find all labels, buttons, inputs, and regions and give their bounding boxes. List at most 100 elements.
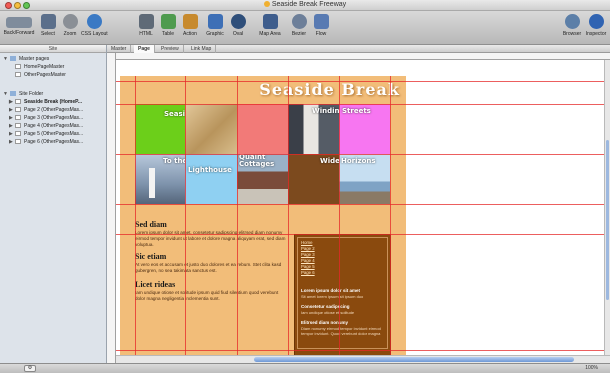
grid-cell[interactable]: Seaside <box>135 104 185 154</box>
vertical-ruler[interactable] <box>107 53 116 363</box>
layout-guide[interactable] <box>390 76 391 363</box>
map-area-button[interactable]: Map Area <box>256 14 284 37</box>
tree-item-page[interactable]: ▶ Page 2 (OtherPagesMas... <box>0 106 107 114</box>
layout-guide[interactable] <box>237 76 238 363</box>
graphic-icon <box>207 14 223 29</box>
layout-guide[interactable] <box>185 76 186 363</box>
layout-guide[interactable] <box>116 350 610 351</box>
disclosure-triangle-icon[interactable]: ▶ <box>9 106 13 114</box>
grid-cell[interactable]: Wide <box>288 154 339 204</box>
folder-icon <box>10 91 16 96</box>
nav-link[interactable]: Page 5 <box>301 264 315 269</box>
cottages-photo[interactable]: Quaint Cottages <box>237 154 288 204</box>
nav-link[interactable]: Page 4 <box>301 258 315 263</box>
layout-guide[interactable] <box>288 76 289 363</box>
select-button[interactable]: Select <box>37 14 59 37</box>
site-sidebar: Site ▼ Master pages HomePageMaster Other… <box>0 45 107 363</box>
gear-icon[interactable]: ⚙ <box>24 365 36 372</box>
web-page-layout[interactable]: Seaside Break Seaside Winding Streets To… <box>120 76 406 363</box>
page-icon <box>15 139 21 144</box>
bezier-button[interactable]: Bezier <box>288 14 310 37</box>
flow-button[interactable]: Flow <box>310 14 332 37</box>
page-icon <box>15 72 21 77</box>
browser-button[interactable]: Browser <box>560 14 584 37</box>
html-button[interactable]: HTML <box>135 14 157 37</box>
nav-link[interactable]: Home <box>301 240 312 245</box>
design-canvas[interactable]: Seaside Break Seaside Winding Streets To… <box>116 60 610 363</box>
navigation-frame[interactable]: Home Page 2 Page 3 Page 4 Page 5 Page 6 … <box>297 237 388 349</box>
graphic-button[interactable]: Graphic <box>203 14 227 37</box>
layout-guide[interactable] <box>116 234 610 235</box>
disclosure-triangle-icon[interactable]: ▶ <box>9 114 13 122</box>
tree-item-page[interactable]: ▶ Page 5 (OtherPagesMas... <box>0 130 107 138</box>
disclosure-triangle-icon[interactable]: ▶ <box>9 98 13 106</box>
inspector-button[interactable]: Inspector <box>584 14 608 37</box>
cursor-icon <box>40 14 56 29</box>
lighthouse-photo[interactable]: To the <box>135 154 185 204</box>
horizontal-scroll-thumb[interactable] <box>254 357 574 362</box>
article-text[interactable]: At vero eos et accusam et justo duo dolo… <box>135 262 287 274</box>
disclosure-triangle-icon[interactable]: ▶ <box>9 130 13 138</box>
tree-item-page[interactable]: ▶ Seaside Break (HomeP... <box>0 98 107 106</box>
article-text[interactable]: Lorem ipsum dolor sit amet, consetetur s… <box>135 230 287 248</box>
article-text[interactable]: Iam undique otiose et solitude ipsum qui… <box>135 290 287 302</box>
table-icon <box>160 14 176 29</box>
disclosure-triangle-icon[interactable]: ▼ <box>3 90 8 98</box>
site-title[interactable]: Seaside Break <box>259 80 400 99</box>
layout-guide[interactable] <box>116 154 610 155</box>
article-heading[interactable]: Sic etiam <box>135 252 166 261</box>
tab-master[interactable]: Master <box>107 45 132 53</box>
page-icon <box>15 107 21 112</box>
sidebar-box[interactable]: Home Page 2 Page 3 Page 4 Page 5 Page 6 … <box>294 234 391 363</box>
tab-link-map[interactable]: Link Map <box>187 45 217 53</box>
tree-item-page[interactable]: ▶ Page 6 (OtherPagesMas... <box>0 138 107 146</box>
vertical-scrollbar[interactable] <box>604 60 610 363</box>
horizontal-scrollbar[interactable] <box>116 355 610 363</box>
window-title: Seaside Break Freeway <box>0 1 610 8</box>
grid-cell[interactable] <box>237 104 288 154</box>
tree-item-page[interactable]: ▶ Page 3 (OtherPagesMas... <box>0 114 107 122</box>
page-icon <box>15 64 21 69</box>
horizontal-ruler[interactable] <box>116 53 610 60</box>
nav-link[interactable]: Page 6 <box>301 270 315 275</box>
beach-photo[interactable] <box>185 104 237 154</box>
nav-link[interactable]: Page 2 <box>301 246 315 251</box>
table-button[interactable]: Table <box>157 14 179 37</box>
layout-guide[interactable] <box>116 104 610 105</box>
tree-item-site-folder[interactable]: ▼ Site Folder <box>0 90 107 98</box>
grid-cell[interactable]: Streets <box>339 104 390 154</box>
main-toolbar: Back/Forward Select Zoom CSS Layout HTML… <box>0 11 610 45</box>
oval-button[interactable]: Oval <box>227 14 249 37</box>
layout-guide[interactable] <box>116 204 610 205</box>
back-forward-icon <box>6 17 32 28</box>
zoom-button[interactable]: Zoom <box>59 14 81 37</box>
tab-page[interactable]: Page <box>134 45 155 53</box>
tab-preview[interactable]: Preview <box>157 45 184 53</box>
disclosure-triangle-icon[interactable]: ▼ <box>3 55 8 63</box>
tree-item-master-pages[interactable]: ▼ Master pages <box>0 55 107 63</box>
action-button[interactable]: Action <box>179 14 201 37</box>
css-layout-button[interactable]: CSS Layout <box>81 14 108 37</box>
street-photo[interactable]: Winding <box>288 104 339 154</box>
horizons-photo[interactable]: Horizons <box>339 154 390 204</box>
status-bar: ⚙ 100% <box>0 363 610 373</box>
side-item-text: Sit amet lorem ipsum sit ipsum duo <box>301 294 364 299</box>
disclosure-triangle-icon[interactable]: ▶ <box>9 122 13 130</box>
vertical-scroll-thumb[interactable] <box>606 140 609 300</box>
zoom-level[interactable]: 100% <box>585 365 598 371</box>
tree-item-page[interactable]: ▶ Page 4 (OtherPagesMas... <box>0 122 107 130</box>
side-item-text: Diam nonumy eirmod tempor invidunt eirmo… <box>301 326 381 336</box>
back-forward-button[interactable]: Back/Forward <box>3 14 35 36</box>
tree-item-master[interactable]: OtherPagesMaster <box>0 71 107 79</box>
side-item-text: Iam undique otiose et solitude <box>301 310 355 315</box>
layout-guide[interactable] <box>339 76 340 363</box>
grid-cell[interactable]: Lighthouse <box>185 154 237 204</box>
folder-icon <box>10 56 16 61</box>
article-heading[interactable]: Licet rideas <box>135 280 175 289</box>
layout-guide[interactable] <box>135 76 136 363</box>
tree-item-master[interactable]: HomePageMaster <box>0 63 107 71</box>
layout-guide[interactable] <box>116 81 610 82</box>
disclosure-triangle-icon[interactable]: ▶ <box>9 138 13 146</box>
article-heading[interactable]: Sed diam <box>135 220 167 229</box>
nav-link[interactable]: Page 3 <box>301 252 315 257</box>
